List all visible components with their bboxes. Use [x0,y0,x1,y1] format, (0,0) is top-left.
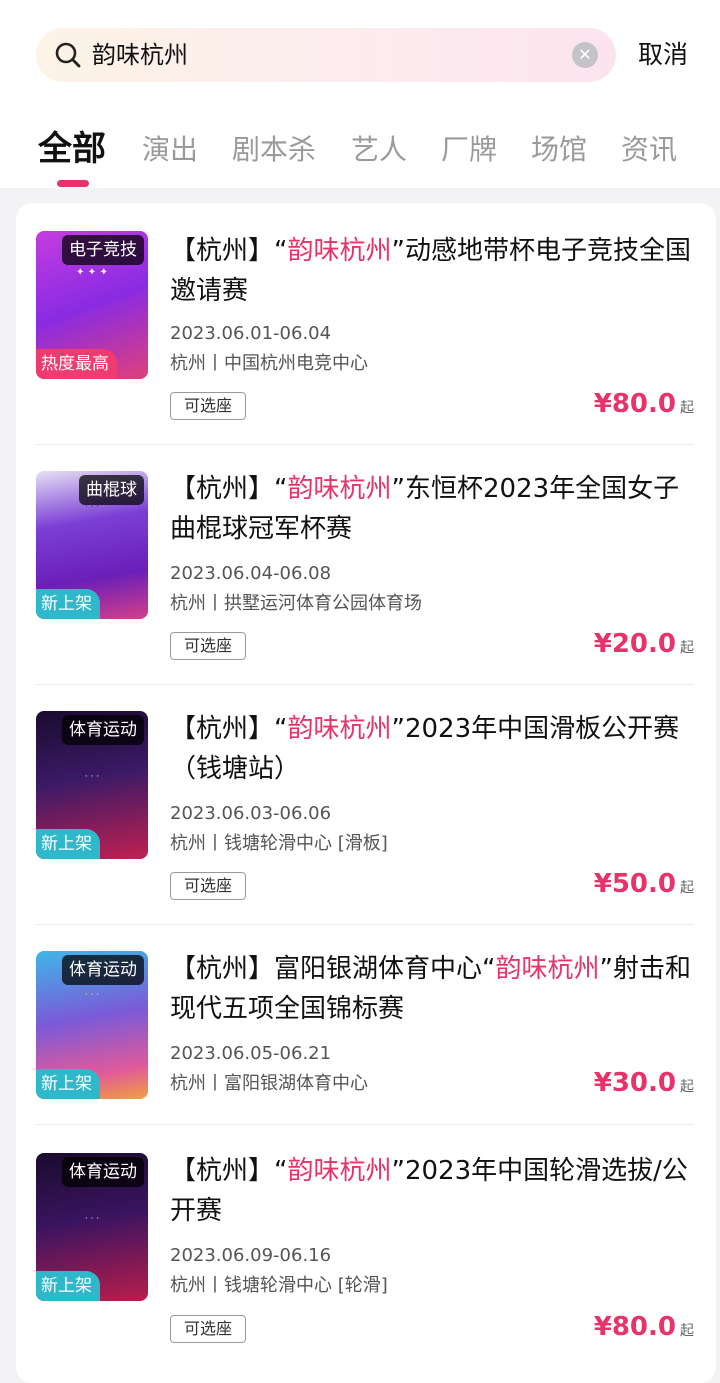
status-badge: 新上架 [36,829,100,859]
search-bar[interactable]: 韵味杭州 ✕ [36,28,616,82]
category-tag: 体育运动 [62,715,144,745]
seat-select-badge: 可选座 [170,1315,246,1343]
tab-venues[interactable]: 场馆 [531,126,587,174]
price: ¥50.0 起 [593,869,694,899]
list-item[interactable]: · · · 体育运动 新上架 【杭州】“韵味杭州”2023年中国滑板公开赛（钱塘… [36,685,694,925]
event-venue: 杭州丨钱塘轮滑中心 [轮滑] [170,1275,388,1296]
list-item[interactable]: ✦ ✦ ✦ 电子竞技 热度最高 【杭州】“韵味杭州”动感地带杯电子竞技全国邀请赛… [36,231,694,445]
event-poster: · · · 体育运动 新上架 [36,711,148,859]
event-title: 【杭州】“韵味杭州”动感地带杯电子竞技全国邀请赛 [170,236,691,306]
list-item[interactable]: · · · 曲棍球 新上架 【杭州】“韵味杭州”东恒杯2023年全国女子曲棍球冠… [36,445,694,685]
list-item[interactable]: · · · 体育运动 新上架 【杭州】“韵味杭州”2023年中国轮滑选拔/公开赛… [36,1125,694,1365]
status-badge: 新上架 [36,1069,100,1099]
event-poster: · · · 体育运动 新上架 [36,1153,148,1301]
tab-all[interactable]: 全部 [38,122,106,176]
tab-labels[interactable]: 厂牌 [441,126,497,174]
results-list: ✦ ✦ ✦ 电子竞技 热度最高 【杭州】“韵味杭州”动感地带杯电子竞技全国邀请赛… [16,203,716,1383]
event-venue: 杭州丨中国杭州电竞中心 [170,353,368,374]
status-badge: 新上架 [36,1271,100,1301]
tab-murder-mystery[interactable]: 剧本杀 [232,126,316,174]
status-badge: 热度最高 [36,349,117,379]
poster-art: · · · [84,990,100,1000]
event-title: 【杭州】“韵味杭州”2023年中国轮滑选拔/公开赛 [170,1156,688,1226]
tab-shows[interactable]: 演出 [142,126,198,174]
seat-select-badge: 可选座 [170,392,246,420]
tab-news[interactable]: 资讯 [621,126,677,174]
event-venue: 杭州丨富阳银湖体育中心 [170,1073,368,1094]
poster-art: · · · [84,1214,100,1224]
event-date: 2023.06.05-06.21 [170,1043,332,1064]
event-poster: · · · 体育运动 新上架 [36,951,148,1099]
category-tag: 体育运动 [62,955,144,985]
event-date: 2023.06.03-06.06 [170,803,332,824]
category-tag: 体育运动 [62,1157,144,1187]
event-poster: · · · 曲棍球 新上架 [36,471,148,619]
event-venue: 杭州丨拱墅运河体育公园体育场 [170,593,422,614]
seat-select-badge: 可选座 [170,872,246,900]
header: 韵味杭州 ✕ 取消 全部 演出 剧本杀 艺人 厂牌 场馆 资讯 [0,0,720,188]
event-title: 【杭州】“韵味杭州”2023年中国滑板公开赛（钱塘站） [170,714,680,784]
search-icon [55,42,81,68]
event-venue: 杭州丨钱塘轮滑中心 [滑板] [170,833,388,854]
category-tag: 曲棍球 [79,475,144,505]
tab-artists[interactable]: 艺人 [351,126,407,174]
event-title: 【杭州】“韵味杭州”东恒杯2023年全国女子曲棍球冠军杯赛 [170,474,680,544]
cancel-button[interactable]: 取消 [638,38,688,72]
event-date: 2023.06.01-06.04 [170,323,332,344]
price: ¥20.0 起 [593,629,694,659]
poster-art: · · · [84,772,100,782]
list-item[interactable]: · · · 体育运动 新上架 【杭州】富阳银湖体育中心“韵味杭州”射击和现代五项… [36,925,694,1125]
event-date: 2023.06.04-06.08 [170,563,332,584]
search-input[interactable]: 韵味杭州 [92,39,188,71]
category-tag: 电子竞技 [62,235,144,265]
event-date: 2023.06.09-06.16 [170,1245,332,1266]
event-title: 【杭州】富阳银湖体育中心“韵味杭州”射击和现代五项全国锦标赛 [170,954,691,1024]
seat-select-badge: 可选座 [170,632,246,660]
price: ¥30.0 起 [593,1068,694,1098]
tab-bar: 全部 演出 剧本杀 艺人 厂牌 场馆 资讯 [0,126,720,188]
price: ¥80.0 起 [593,1312,694,1342]
price: ¥80.0 起 [593,389,694,419]
active-tab-indicator [57,180,89,187]
status-badge: 新上架 [36,589,100,619]
poster-art: ✦ ✦ ✦ [75,267,109,278]
clear-icon[interactable]: ✕ [572,42,598,68]
event-poster: ✦ ✦ ✦ 电子竞技 热度最高 [36,231,148,379]
